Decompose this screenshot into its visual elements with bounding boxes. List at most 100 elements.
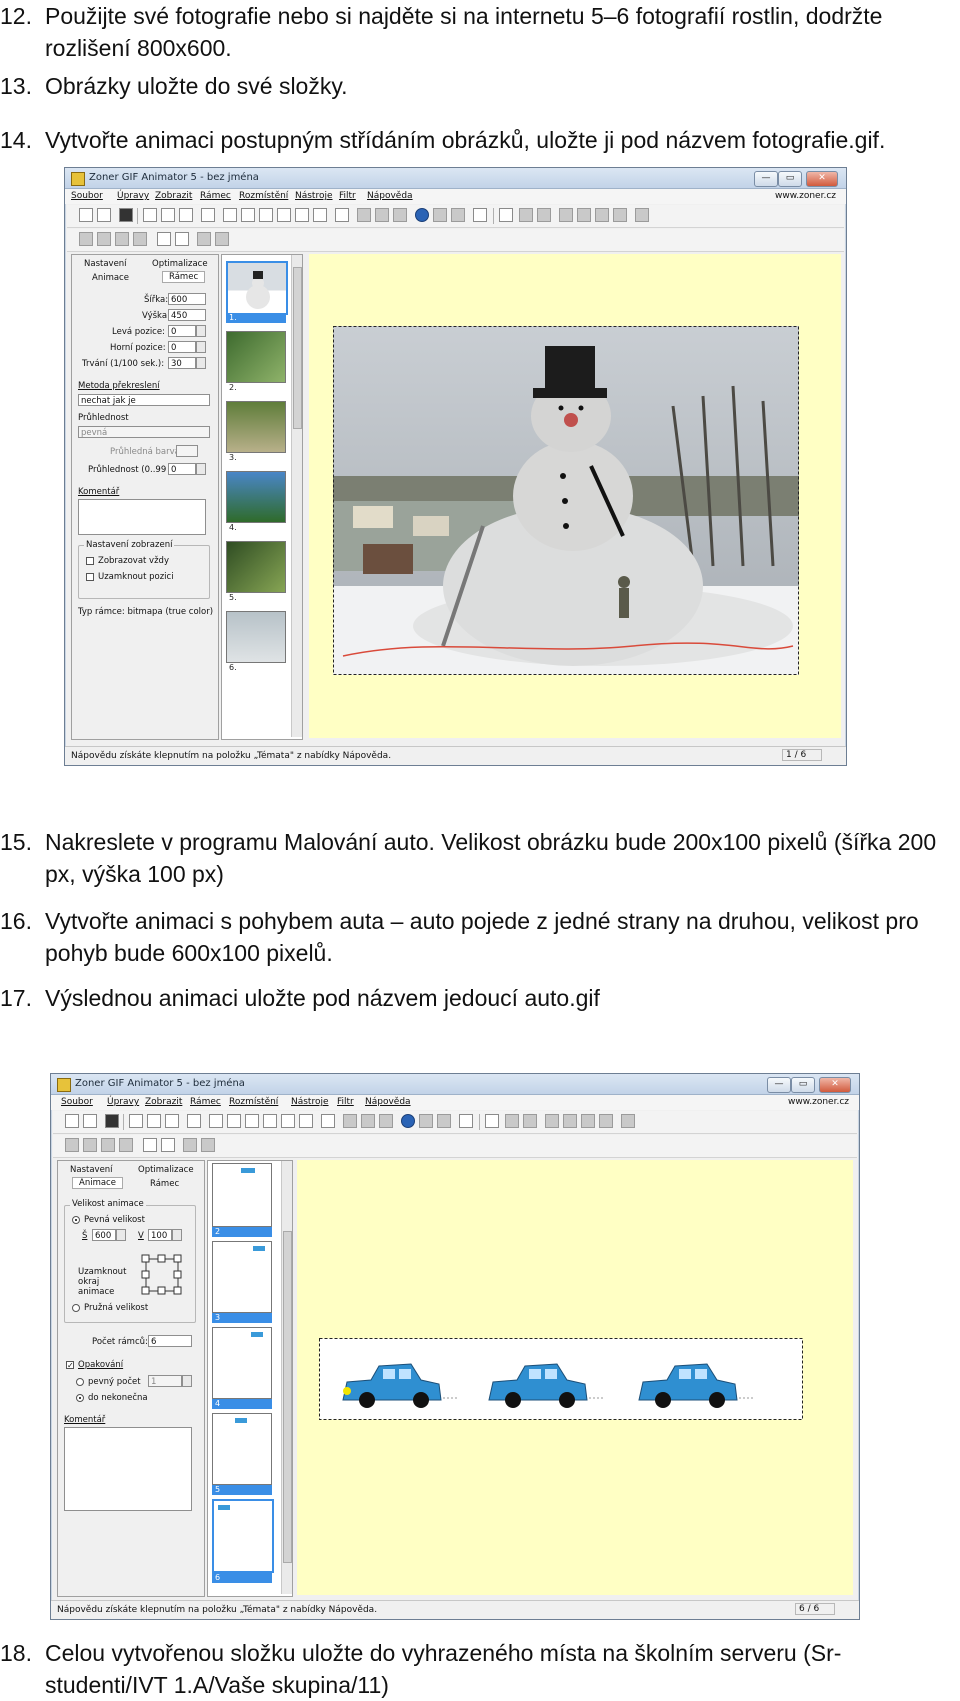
- check-icon[interactable]: [335, 208, 349, 222]
- resize-icon[interactable]: [197, 232, 211, 246]
- cut-icon[interactable]: [143, 208, 157, 222]
- first-frame-icon[interactable]: [559, 208, 573, 222]
- optimize-icon[interactable]: [437, 1114, 451, 1128]
- menu-nastroje[interactable]: Nástroje: [295, 191, 333, 201]
- fixed-count-input[interactable]: 1: [148, 1375, 182, 1387]
- menu-zobrazit[interactable]: Zobrazit: [155, 191, 192, 201]
- align-icon[interactable]: [101, 1138, 115, 1152]
- width-input[interactable]: 600: [168, 293, 206, 305]
- tab-optimalizace[interactable]: Optimalizace: [138, 1165, 194, 1175]
- tab-nastaveni[interactable]: Nastavení: [70, 1165, 113, 1175]
- play-icon[interactable]: [519, 208, 533, 222]
- resize-icon[interactable]: [183, 1138, 197, 1152]
- menu-ramec[interactable]: Rámec: [200, 191, 231, 201]
- menu-rozmisteni[interactable]: Rozmístění: [239, 191, 288, 201]
- prev-frame-icon[interactable]: [577, 208, 591, 222]
- frame-new-icon[interactable]: [223, 208, 237, 222]
- film-icon[interactable]: [499, 208, 513, 222]
- top-pos-input[interactable]: 0: [168, 341, 196, 353]
- menu-nastroje[interactable]: Nástroje: [291, 1097, 329, 1107]
- frame-thumbnail-2[interactable]: [212, 1241, 272, 1313]
- grid-icon[interactable]: [161, 1138, 175, 1152]
- play-icon[interactable]: [505, 1114, 519, 1128]
- frame-insert-icon[interactable]: [241, 208, 255, 222]
- new-icon[interactable]: [65, 1114, 79, 1128]
- browser-preview-icon[interactable]: [401, 1114, 415, 1128]
- opacity-input[interactable]: 0: [168, 463, 196, 475]
- frame-paste-icon[interactable]: [295, 208, 309, 222]
- frame-thumbnail-1[interactable]: [212, 1163, 272, 1227]
- next-frame-icon[interactable]: [581, 1114, 595, 1128]
- menu-filtr[interactable]: Filtr: [337, 1097, 354, 1107]
- minimize-button[interactable]: —: [767, 1077, 791, 1093]
- transparency-select[interactable]: pevná: [78, 426, 210, 438]
- grid-icon[interactable]: [175, 232, 189, 246]
- copy-icon[interactable]: [161, 208, 175, 222]
- menu-napoveda[interactable]: Nápověda: [365, 1097, 411, 1107]
- tab-optimalizace[interactable]: Optimalizace: [152, 259, 208, 269]
- undo-icon[interactable]: [201, 208, 215, 222]
- menu-rozmisteni[interactable]: Rozmístění: [229, 1097, 278, 1107]
- optimize-icon[interactable]: [451, 208, 465, 222]
- align-icon[interactable]: [119, 1138, 133, 1152]
- left-pos-spinner[interactable]: [196, 325, 206, 337]
- frame-new-icon[interactable]: [209, 1114, 223, 1128]
- tab-ramec[interactable]: Rámec: [162, 271, 206, 283]
- website-link[interactable]: www.zoner.cz: [788, 1097, 849, 1107]
- first-frame-icon[interactable]: [545, 1114, 559, 1128]
- stop-icon[interactable]: [523, 1114, 537, 1128]
- tab-ramec[interactable]: Rámec: [150, 1179, 179, 1189]
- copy-icon[interactable]: [147, 1114, 161, 1128]
- minimize-button[interactable]: —: [754, 171, 778, 187]
- frame-thumbnail-3[interactable]: [212, 1327, 272, 1399]
- tool-icon[interactable]: [343, 1114, 357, 1128]
- repeat-checkbox[interactable]: ✓: [66, 1361, 74, 1370]
- align-icon[interactable]: [133, 232, 147, 246]
- menu-soubor[interactable]: Soubor: [71, 191, 103, 201]
- maximize-button[interactable]: ▭: [778, 171, 802, 187]
- editor-canvas[interactable]: [297, 1160, 853, 1595]
- resize-icon[interactable]: [215, 232, 229, 246]
- tab-animace[interactable]: Animace: [72, 1177, 123, 1189]
- next-frame-icon[interactable]: [595, 208, 609, 222]
- frame-thumbnail-5[interactable]: [212, 1499, 274, 1573]
- forever-radio[interactable]: [76, 1394, 84, 1402]
- frame-copy-icon[interactable]: [259, 208, 273, 222]
- always-show-checkbox[interactable]: [86, 557, 94, 565]
- frame-thumbnail-3[interactable]: [226, 401, 286, 453]
- frame-thumbnail-4[interactable]: [212, 1413, 272, 1485]
- prev-frame-icon[interactable]: [563, 1114, 577, 1128]
- website-link[interactable]: www.zoner.cz: [775, 191, 836, 201]
- paste-icon[interactable]: [165, 1114, 179, 1128]
- frame-delete-icon[interactable]: [313, 208, 327, 222]
- lock-position-checkbox[interactable]: [86, 573, 94, 581]
- stop-icon[interactable]: [537, 208, 551, 222]
- add-icon[interactable]: [473, 208, 487, 222]
- close-button[interactable]: ✕: [806, 171, 838, 187]
- tool-icon[interactable]: [357, 208, 371, 222]
- height-input[interactable]: 450: [168, 309, 206, 321]
- frame-count-input[interactable]: 6: [148, 1335, 192, 1347]
- frame-list-scrollbar[interactable]: [291, 255, 302, 737]
- frame-thumbnail-6[interactable]: [226, 611, 286, 663]
- menu-napoveda[interactable]: Nápověda: [367, 191, 413, 201]
- menu-zobrazit[interactable]: Zobrazit: [145, 1097, 182, 1107]
- tool-icon[interactable]: [379, 1114, 393, 1128]
- grid-icon[interactable]: [157, 232, 171, 246]
- tool-icon[interactable]: [393, 208, 407, 222]
- frame-copy-icon[interactable]: [245, 1114, 259, 1128]
- cut-icon[interactable]: [129, 1114, 143, 1128]
- last-frame-icon[interactable]: [599, 1114, 613, 1128]
- anim-height-spinner[interactable]: [172, 1229, 182, 1241]
- menu-ramec[interactable]: Rámec: [190, 1097, 221, 1107]
- frame-thumbnail-2[interactable]: [226, 331, 286, 383]
- globe-icon[interactable]: [433, 208, 447, 222]
- resize-icon[interactable]: [201, 1138, 215, 1152]
- frame-paste-icon[interactable]: [281, 1114, 295, 1128]
- transparent-color-swatch[interactable]: [176, 445, 198, 457]
- menu-soubor[interactable]: Soubor: [61, 1097, 93, 1107]
- menu-upravy[interactable]: Úpravy: [117, 191, 149, 201]
- grid-icon[interactable]: [143, 1138, 157, 1152]
- align-icon[interactable]: [83, 1138, 97, 1152]
- tool-icon[interactable]: [375, 208, 389, 222]
